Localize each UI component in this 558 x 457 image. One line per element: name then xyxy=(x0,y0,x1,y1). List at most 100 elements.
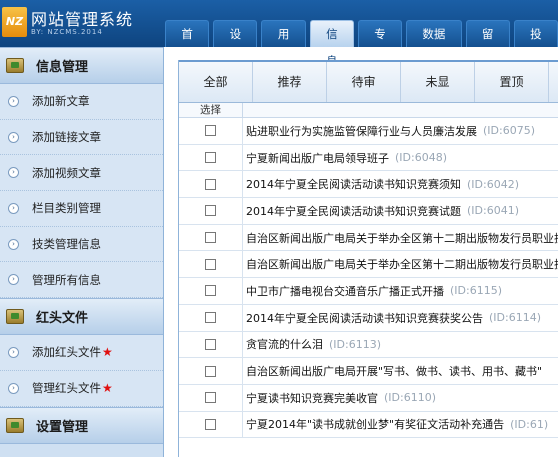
chevron-right-icon: › xyxy=(8,202,19,214)
select-cell xyxy=(179,384,243,411)
id-suffix: ) xyxy=(442,151,448,165)
filter-tab-4[interactable]: 置顶 xyxy=(475,62,549,102)
row-checkbox[interactable] xyxy=(205,392,216,404)
article-title-link[interactable]: 自治区新闻出版广电局关于举办全区第十二期出版物发行员职业技能鉴定培训的通知 xyxy=(243,256,558,272)
nav-tab-6[interactable]: 留言 xyxy=(465,20,510,68)
sidebar-item[interactable]: › 添加红头文件 ★ xyxy=(0,335,163,371)
main-content: 全部 推荐 待审 未显 置顶 选择 贴进职业行为实施监管保障行业与人员廉洁发展 (ID:6… xyxy=(178,60,558,457)
id-value: 6115 xyxy=(469,284,498,298)
article-title-link[interactable]: 自治区新闻出版广电局开展"写书、做书、读书、用书、藏书" xyxy=(243,363,542,379)
article-title-link[interactable]: 宁夏新闻出版广电局领导班子 xyxy=(243,150,389,166)
nav-tab-1[interactable]: 设置 xyxy=(213,20,258,68)
folder-icon xyxy=(6,417,24,433)
filter-tab-1[interactable]: 推荐 xyxy=(253,62,327,102)
filter-tab-3[interactable]: 未显 xyxy=(401,62,475,102)
sidebar-section-1[interactable]: 红头文件 xyxy=(0,298,163,336)
row-checkbox[interactable] xyxy=(205,178,216,190)
sidebar-item[interactable]: › 技类管理信息 xyxy=(0,226,163,263)
table-row: 宁夏2014年"读书成就创业梦"有奖征文活动补充通告 (ID:61) xyxy=(179,411,558,439)
table-row: 2014年宁夏全民阅读活动读书知识竞赛获奖公告 (ID:6114) xyxy=(179,304,558,332)
row-checkbox[interactable] xyxy=(205,232,216,244)
select-cell xyxy=(179,331,243,358)
sidebar-item-label: 管理红头文件 xyxy=(32,381,101,396)
article-title-link[interactable]: 贪官流的什么泪 xyxy=(243,336,323,352)
sidebar-item-label: 技类管理信息 xyxy=(32,237,101,252)
id-prefix: (ID: xyxy=(483,124,503,138)
article-id: (ID:6075) xyxy=(483,124,535,137)
table-row: 自治区新闻出版广电局开展"写书、做书、读书、用书、藏书" xyxy=(179,358,558,385)
chevron-right-icon: › xyxy=(8,167,19,179)
nav-tab-3[interactable]: 信息 xyxy=(309,20,354,68)
row-checkbox[interactable] xyxy=(205,125,216,137)
sidebar: 信息管理 › 添加新文章 › 添加链接文章 › 添加视频文章 › 栏目类别管理 › 技类管理信息 › 管… xyxy=(0,47,164,457)
article-title-link[interactable]: 中卫市广播电视台交通音乐广播正式开播 xyxy=(243,283,444,299)
id-suffix: ) xyxy=(431,391,437,405)
article-title-link[interactable]: 宁夏读书知识竞赛完美收官 xyxy=(243,390,378,406)
sidebar-item[interactable]: › 管理所有信息 xyxy=(0,262,163,299)
table-row: 2014年宁夏全民阅读活动读书知识竞赛须知 (ID:6042) xyxy=(179,171,558,199)
nav-tab-5[interactable]: 数据库 xyxy=(406,20,462,68)
app-title: 网站管理系统 xyxy=(31,10,134,29)
sidebar-section-title: 设置管理 xyxy=(36,419,89,435)
article-id: (ID:6114) xyxy=(489,311,541,324)
article-id: (ID:6042) xyxy=(467,178,519,191)
article-title-link[interactable]: 宁夏2014年"读书成就创业梦"有奖征文活动补充通告 xyxy=(243,416,504,432)
id-prefix: (ID: xyxy=(467,204,487,218)
filter-bar: 全部 推荐 待审 未显 置顶 xyxy=(179,60,558,103)
table-row: 中卫市广播电视台交通音乐广播正式开播 (ID:6115) xyxy=(179,278,558,305)
sidebar-section-0[interactable]: 信息管理 xyxy=(0,47,163,84)
id-suffix: ) xyxy=(514,204,520,218)
nav-tab-4[interactable]: 专题 xyxy=(357,20,403,68)
row-checkbox[interactable] xyxy=(205,258,216,270)
id-prefix: (ID: xyxy=(489,311,509,325)
sidebar-item-label: 添加新文章 xyxy=(32,94,90,109)
filter-tab-0[interactable]: 全部 xyxy=(179,62,253,102)
article-title-link[interactable]: 自治区新闻出版广电局关于举办全区第十二期出版物发行员职业技能鉴定培训的通知 xyxy=(243,230,558,246)
id-prefix: (ID: xyxy=(384,391,404,405)
id-suffix: ) xyxy=(543,417,549,431)
row-checkbox[interactable] xyxy=(205,285,216,297)
id-suffix: ) xyxy=(536,311,542,325)
select-cell xyxy=(179,171,243,198)
table-row: 宁夏新闻出版广电局领导班子 (ID:6048) xyxy=(179,144,558,172)
row-checkbox[interactable] xyxy=(205,312,216,324)
sidebar-item[interactable]: › 添加链接文章 xyxy=(0,119,163,156)
article-id: (ID:6041) xyxy=(467,204,519,217)
id-suffix: ) xyxy=(497,284,503,298)
select-cell xyxy=(179,144,243,171)
id-value: 6048 xyxy=(414,151,443,165)
row-checkbox[interactable] xyxy=(205,152,216,164)
sidebar-item[interactable]: › 管理红头文件 ★ xyxy=(0,370,163,407)
sidebar-item-label: 添加链接文章 xyxy=(32,130,101,145)
id-value: 61 xyxy=(529,417,544,431)
id-prefix: (ID: xyxy=(329,337,349,351)
sidebar-item[interactable]: › 添加视频文章 xyxy=(0,155,163,192)
table-row: 贪官流的什么泪 (ID:6113) xyxy=(179,331,558,359)
nav-tab-0[interactable]: 首页 xyxy=(165,20,210,68)
nav-tab-7[interactable]: 投票 xyxy=(513,20,558,68)
select-cell xyxy=(179,278,243,304)
select-cell xyxy=(179,224,243,251)
sidebar-section-2[interactable]: 设置管理 xyxy=(0,406,163,444)
select-cell xyxy=(179,411,243,438)
logo: NZ xyxy=(2,7,27,37)
article-id: (ID:6048) xyxy=(395,151,447,164)
sidebar-item[interactable]: › 添加新文章 xyxy=(0,84,163,120)
row-checkbox[interactable] xyxy=(205,338,216,350)
id-value: 6075 xyxy=(502,124,531,138)
article-id: (ID:6113) xyxy=(329,338,381,351)
article-title-link[interactable]: 2014年宁夏全民阅读活动读书知识竞赛须知 xyxy=(243,176,461,192)
row-checkbox[interactable] xyxy=(205,418,216,430)
nav-tab-2[interactable]: 用户 xyxy=(261,20,306,68)
row-checkbox[interactable] xyxy=(205,205,216,217)
article-list: 贴进职业行为实施监管保障行业与人员廉洁发展 (ID:6075) 宁夏新闻出版广电局领… xyxy=(179,118,558,439)
article-title-link[interactable]: 2014年宁夏全民阅读活动读书知识竞赛试题 xyxy=(243,203,461,219)
article-title-link[interactable]: 2014年宁夏全民阅读活动读书知识竞赛获奖公告 xyxy=(243,310,483,326)
table-row: 自治区新闻出版广电局关于举办全区第十二期出版物发行员职业技能鉴定培训的通知 xyxy=(179,251,558,279)
row-checkbox[interactable] xyxy=(205,365,216,377)
filter-tab-2[interactable]: 待审 xyxy=(327,62,401,102)
table-row: 宁夏读书知识竞赛完美收官 (ID:6110) xyxy=(179,384,558,412)
sidebar-item[interactable]: › 栏目类别管理 xyxy=(0,191,163,227)
article-title-link[interactable]: 贴进职业行为实施监管保障行业与人员廉洁发展 xyxy=(243,123,477,139)
sidebar-item-label: 管理所有信息 xyxy=(32,272,101,287)
